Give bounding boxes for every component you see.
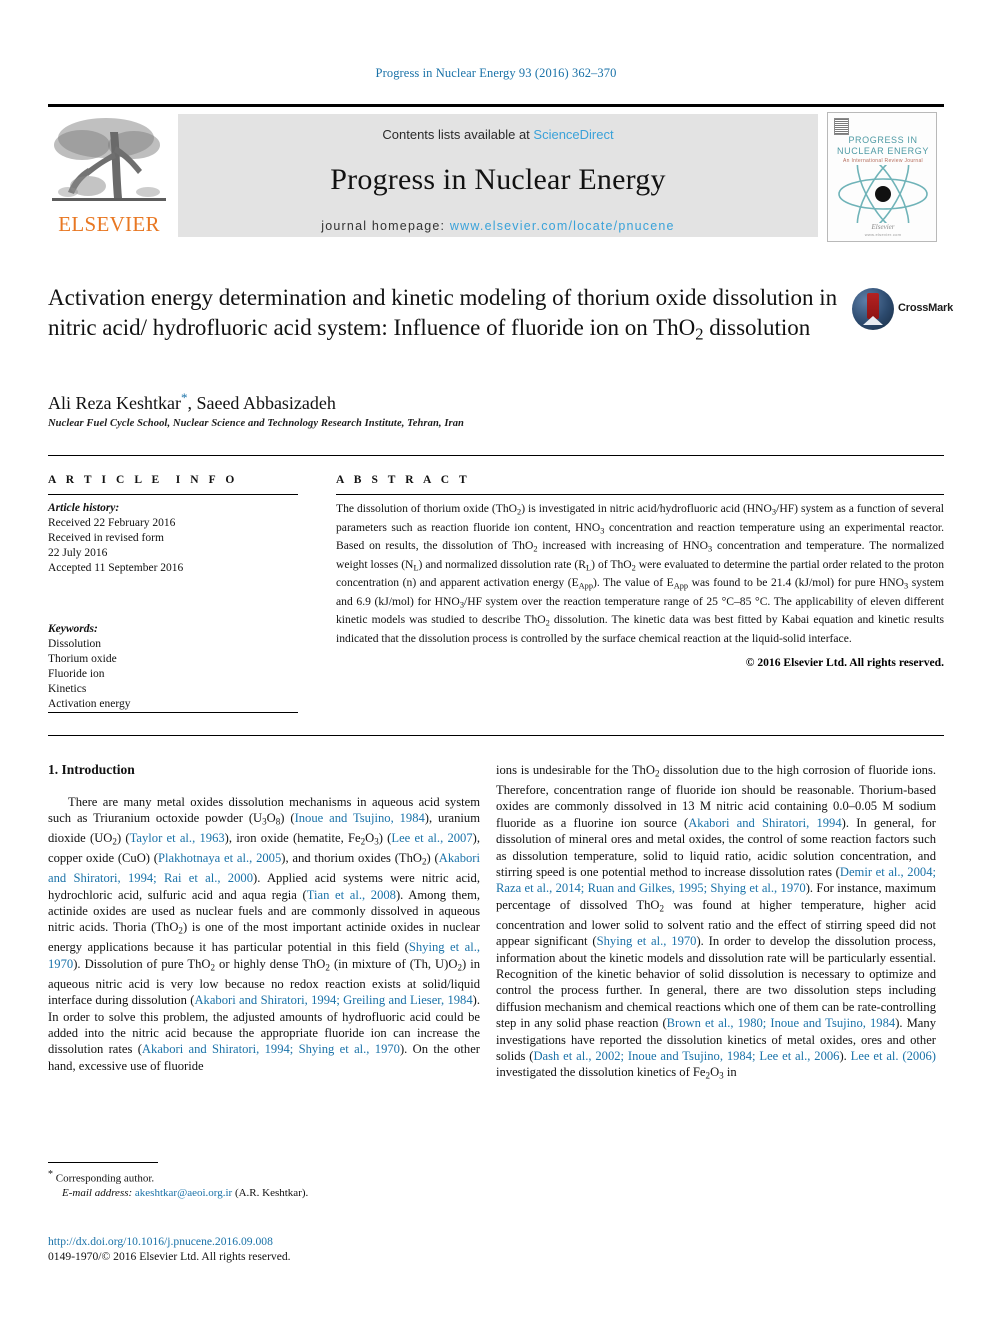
keyword-item: Kinetics [48, 683, 87, 695]
article-info-heading: A R T I C L E I N F O [48, 474, 238, 486]
article-info-rule [48, 494, 298, 495]
article-history-label: Article history: [48, 502, 120, 514]
article-history-line: Accepted 11 September 2016 [48, 562, 184, 574]
keywords-label: Keywords: [48, 623, 98, 635]
elsevier-logo: ELSEVIER [48, 112, 170, 240]
citation-link[interactable]: Akabori and Shiratori, 1994 [688, 816, 841, 830]
cover-title-line1: PROGRESS IN [848, 135, 918, 145]
corresponding-author-marker: * [180, 390, 188, 405]
footnote-rule [48, 1162, 158, 1163]
citation-link[interactable]: Shying et al., 1970 [597, 934, 697, 948]
cover-elsevier-icon [834, 118, 849, 135]
cover-publisher: Elsevier [871, 223, 895, 231]
body-paragraph: ions is undesirable for the ThO2 dissolu… [496, 763, 937, 1081]
contents-lists-prefix: Contents lists available at [382, 127, 534, 142]
article-history: Article history: Received 22 February 20… [48, 501, 298, 576]
citation-link[interactable]: Akabori and Shiratori, 1994; Shying et a… [142, 1042, 400, 1056]
article-history-line: Received 22 February 2016 [48, 517, 176, 529]
cover-title-line2: NUCLEAR ENERGY [837, 146, 929, 156]
title-block: Activation energy determination and kine… [48, 283, 848, 350]
affiliation: Nuclear Fuel Cycle School, Nuclear Scien… [48, 418, 464, 429]
crossmark-icon [852, 288, 894, 330]
citation-link[interactable]: Tian et al., 2008 [307, 888, 396, 902]
corresponding-author-text: Corresponding author. [55, 1172, 155, 1185]
citation-link[interactable]: Demir et al., 2004; Raza et al., 2014; R… [496, 865, 936, 895]
citation-link[interactable]: Inoue and Tsujino, 1984 [295, 811, 425, 825]
running-head: Progress in Nuclear Energy 93 (2016) 362… [375, 66, 617, 80]
abstract-text: The dissolution of thorium oxide (ThO2) … [336, 502, 945, 645]
journal-title: Progress in Nuclear Energy [330, 163, 666, 196]
info-top-rule [48, 455, 944, 456]
keyword-item: Fluoride ion [48, 668, 105, 680]
abstract-rule [336, 494, 944, 495]
keyword-item: Activation energy [48, 698, 131, 710]
citation-link[interactable]: Taylor et al., 1963 [130, 831, 225, 845]
body-paragraph: There are many metal oxides dissolution … [48, 795, 481, 1073]
footer-block: http://dx.doi.org/10.1016/j.pnucene.2016… [48, 1235, 480, 1263]
page-title: Activation energy determination and kine… [48, 285, 838, 344]
crossmark-triangle [863, 316, 883, 325]
masthead-band: Contents lists available at ScienceDirec… [178, 114, 818, 237]
keyword-item: Dissolution [48, 638, 102, 650]
keyword-item: Thorium oxide [48, 653, 117, 665]
issn-copyright-line: 0149-1970/© 2016 Elsevier Ltd. All right… [48, 1250, 291, 1263]
citation-link[interactable]: Akabori and Shiratori, 1994; Greiling an… [194, 993, 472, 1007]
doi-link[interactable]: http://dx.doi.org/10.1016/j.pnucene.2016… [48, 1235, 480, 1248]
section-heading-introduction: 1. Introduction [48, 762, 135, 777]
citation-link[interactable]: Dash et al., 2002; Inoue and Tsujino, 19… [533, 1049, 839, 1063]
citation-link[interactable]: Plakhotnaya et al., 2005 [158, 851, 281, 865]
cover-publisher-url: www.elsevier.com [864, 232, 902, 237]
article-page: Progress in Nuclear Energy 93 (2016) 362… [0, 0, 992, 1323]
article-history-line: 22 July 2016 [48, 547, 108, 559]
journal-masthead: ELSEVIER Contents lists available at Sci… [48, 104, 944, 242]
body-column-left: 1. Introduction There are many metal oxi… [48, 762, 480, 1074]
journal-homepage-url[interactable]: www.elsevier.com/locate/pnucene [450, 219, 675, 233]
abstract-column: A B S T R A C T The dissolution of thori… [336, 474, 944, 669]
citation-link[interactable]: Lee et al. (2006) [851, 1049, 936, 1063]
atom-icon [836, 154, 930, 234]
keywords-block: Keywords: Dissolution Thorium oxide Fluo… [48, 622, 298, 712]
crossmark-badge[interactable]: CrossMark [852, 288, 953, 332]
abstract-bottom-rule [48, 735, 944, 736]
corresponding-author-note: * Corresponding author. [48, 1168, 480, 1186]
email-note: E-mail address: akeshtkar@aeoi.org.ir (A… [48, 1186, 480, 1200]
elsevier-wordmark: ELSEVIER [58, 212, 160, 236]
author-list: Ali Reza Keshtkar*, Saeed Abbasizadeh [48, 390, 336, 413]
contents-lists-line: Contents lists available at ScienceDirec… [178, 127, 818, 142]
journal-homepage-label: journal homepage: [321, 219, 450, 233]
journal-homepage-line: journal homepage: www.elsevier.com/locat… [178, 219, 818, 233]
abstract-heading: A B S T R A C T [336, 474, 471, 486]
keywords-bottom-rule [48, 712, 298, 713]
cover-subtitle: An International Review Journal [843, 158, 923, 164]
sciencedirect-link[interactable]: ScienceDirect [533, 127, 613, 142]
journal-cover-thumbnail: PROGRESS IN NUCLEAR ENERGY An Internatio… [827, 112, 937, 242]
email-owner: (A.R. Keshtkar). [234, 1186, 309, 1199]
footnote-star-icon: * [48, 1169, 53, 1180]
article-info-column: A R T I C L E I N F O Article history: R… [48, 474, 298, 712]
crossmark-label: CrossMark [898, 302, 954, 314]
article-history-line: Received in revised form [48, 532, 164, 544]
email-label: E-mail address: [62, 1186, 133, 1199]
elsevier-tree-icon [48, 112, 170, 212]
citation-link[interactable]: Shying et al., 1970 [48, 940, 480, 970]
citation-link[interactable]: Lee et al., 2007 [391, 831, 472, 845]
abstract-copyright: © 2016 Elsevier Ltd. All rights reserved… [745, 655, 944, 669]
email-link[interactable]: akeshtkar@aeoi.org.ir [135, 1187, 232, 1199]
citation-link[interactable]: Brown et al., 1980; Inoue and Tsujino, 1… [667, 1016, 896, 1030]
body-column-right: ions is undesirable for the ThO2 dissolu… [496, 762, 936, 1084]
footnote-block: * Corresponding author. E-mail address: … [48, 1162, 480, 1200]
